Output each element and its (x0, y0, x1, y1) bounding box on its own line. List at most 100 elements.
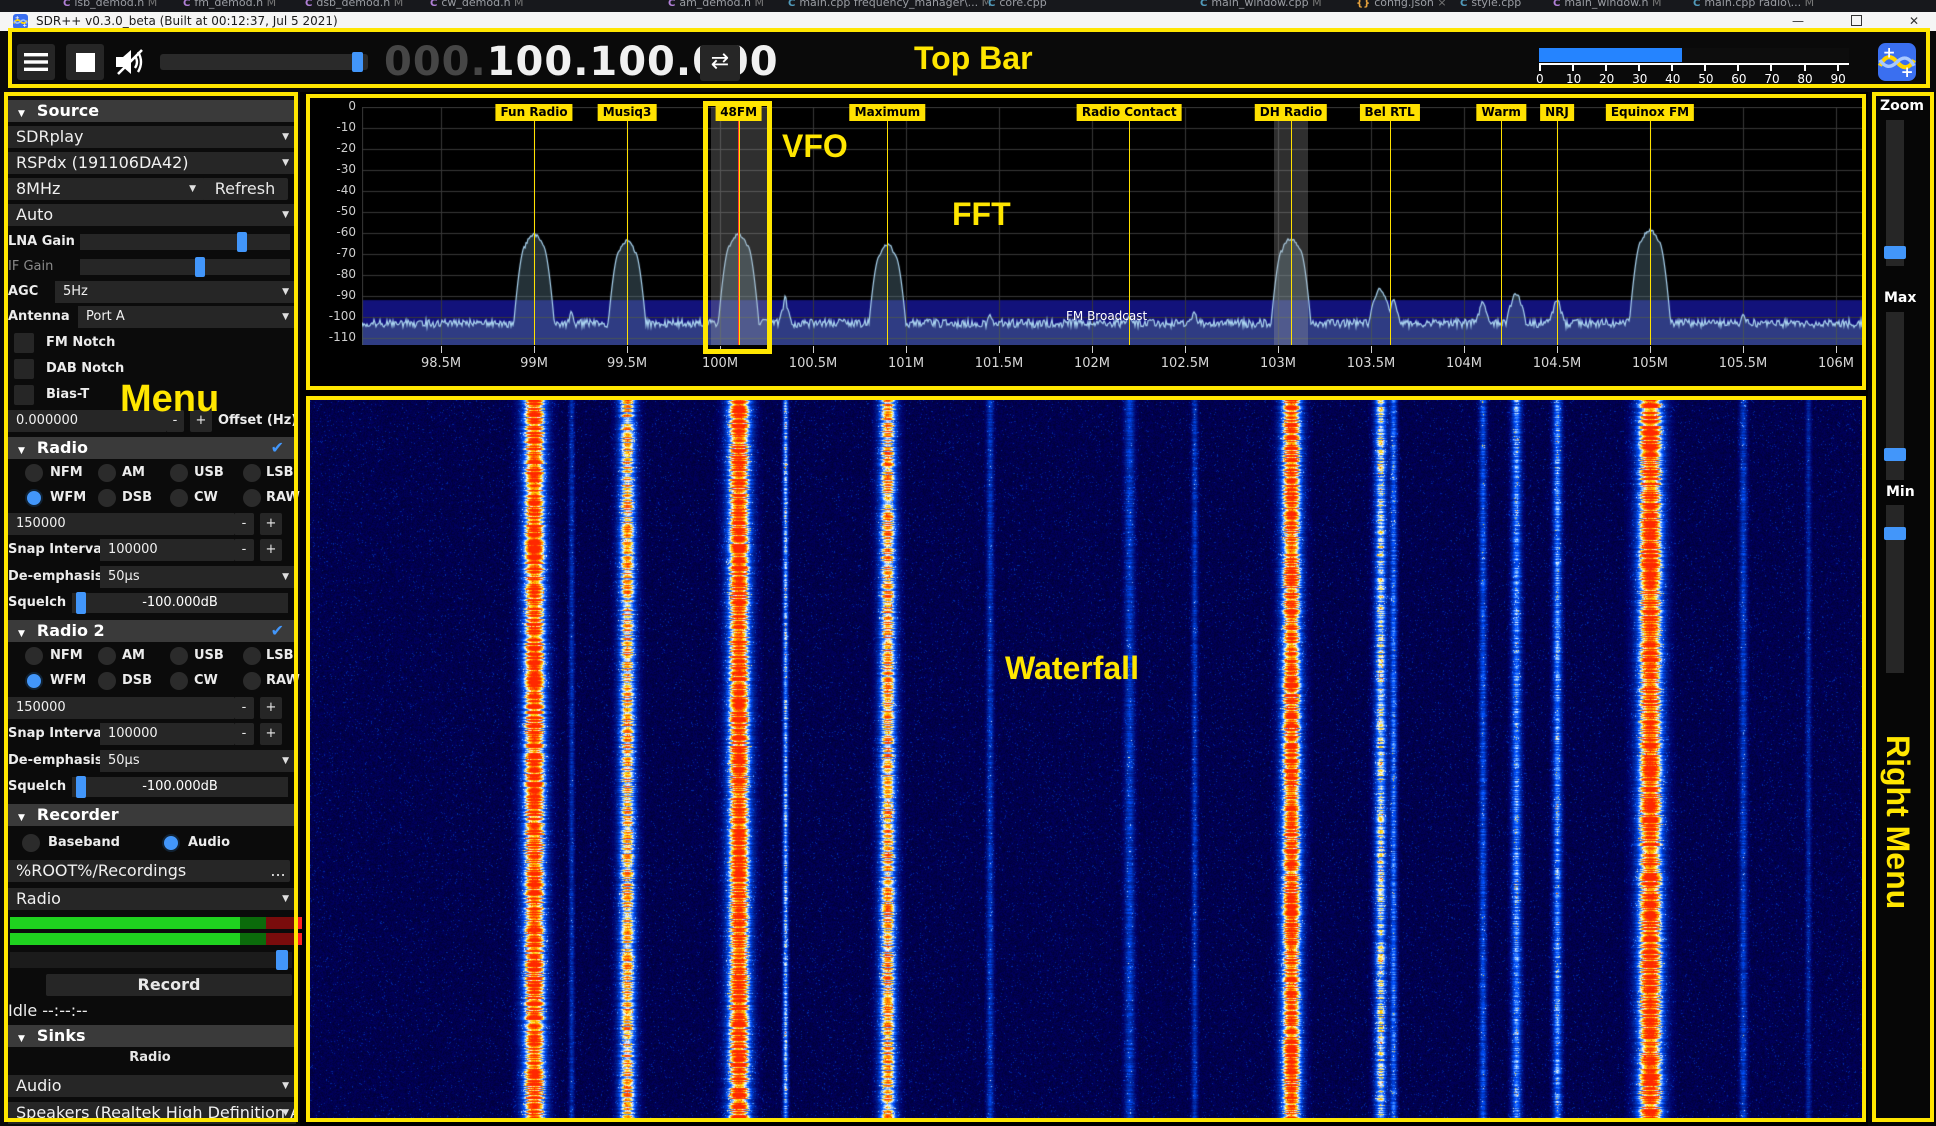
refresh-button[interactable]: Refresh (202, 178, 288, 200)
station-label[interactable]: DH Radio (1255, 104, 1327, 121)
tune-mode-swap-button[interactable]: ⇄ (700, 45, 740, 81)
bandwidth-plus-button[interactable]: + (260, 697, 282, 719)
squelch-slider[interactable]: -100.000dB (72, 777, 288, 797)
max-slider[interactable] (1886, 312, 1904, 480)
mode-radio-nfm[interactable] (25, 464, 43, 482)
mute-button[interactable] (112, 46, 148, 82)
source-driver-select[interactable]: SDRplay▼ (8, 126, 296, 148)
editor-tab[interactable]: {}config.json × (1356, 0, 1447, 12)
lna-gain-slider[interactable] (80, 234, 290, 250)
station-label[interactable]: Maximum (850, 104, 925, 121)
station-label[interactable]: Equinox FM (1606, 104, 1694, 121)
mode-radio-lsb[interactable] (243, 647, 261, 665)
snap-interval-input[interactable]: 100000 (100, 723, 234, 745)
snap-plus-button[interactable]: + (260, 723, 282, 745)
station-label[interactable]: Radio Contact (1077, 104, 1182, 121)
close-button[interactable]: ✕ (1891, 12, 1936, 31)
station-label[interactable]: Bel RTL (1360, 104, 1420, 121)
enabled-check-icon[interactable]: ✔ (271, 620, 284, 642)
bandwidth-input[interactable]: 150000 (8, 513, 234, 535)
min-slider-handle[interactable] (1884, 527, 1906, 540)
editor-tab[interactable]: Ccore.cpp (988, 0, 1047, 12)
snap-interval-input[interactable]: 100000 (100, 539, 234, 561)
squelch-handle[interactable] (76, 592, 86, 614)
radio1-section-header[interactable]: ▼Radio✔ (8, 437, 296, 459)
mode-radio-raw[interactable] (243, 489, 261, 507)
recorder-section-header[interactable]: ▼Recorder (8, 804, 296, 826)
sink-device-select[interactable]: Speakers (Realtek High Definition Audio)… (8, 1102, 296, 1124)
editor-tab[interactable]: Cam_demod.h M (668, 0, 764, 12)
min-slider[interactable] (1886, 505, 1904, 673)
mode-radio-wfm-selected[interactable] (25, 672, 43, 690)
recording-path-input[interactable]: %ROOT%/Recordings (8, 860, 268, 882)
editor-tab[interactable]: Clsb_demod.h M (63, 0, 157, 12)
editor-tab[interactable]: Ccw_demod.h M (430, 0, 524, 12)
audio-radio-selected[interactable] (162, 834, 180, 852)
snap-minus-button[interactable]: - (234, 539, 254, 561)
mode-radio-dsb[interactable] (98, 489, 116, 507)
mode-radio-cw[interactable] (170, 672, 188, 690)
maximize-button[interactable] (1833, 12, 1879, 31)
offset-input[interactable]: 0.000000 (8, 410, 166, 432)
mode-radio-dsb[interactable] (98, 672, 116, 690)
mode-radio-cw[interactable] (170, 489, 188, 507)
browse-button[interactable]: ... (266, 860, 290, 882)
deemphasis-select[interactable]: 50µs▼ (100, 566, 296, 588)
mode-radio-raw[interactable] (243, 672, 261, 690)
recorder-volume-slider[interactable] (10, 952, 292, 968)
mode-radio-wfm-selected[interactable] (25, 489, 43, 507)
editor-tab[interactable]: Cdsb_demod.h M (305, 0, 403, 12)
squelch-slider[interactable]: -100.000dB (72, 593, 288, 613)
recorder-stream-select[interactable]: Radio▼ (8, 888, 296, 910)
snap-plus-button[interactable]: + (260, 539, 282, 561)
bias-t-checkbox[interactable] (14, 385, 34, 405)
editor-tab[interactable]: Cmain.cpp frequency_manager\... M (788, 0, 991, 12)
source-section-header[interactable]: ▼Source (8, 100, 296, 122)
editor-tab[interactable]: Cstyle.cpp (1460, 0, 1521, 12)
bandwidth-input[interactable]: 150000 (8, 697, 234, 719)
editor-tab[interactable]: Cfm_demod.h M (183, 0, 276, 12)
max-slider-handle[interactable] (1884, 448, 1906, 461)
mode-radio-usb[interactable] (170, 464, 188, 482)
fm-notch-checkbox[interactable] (14, 333, 34, 353)
record-button[interactable]: Record (46, 974, 292, 996)
zoom-slider[interactable] (1886, 120, 1904, 266)
dab-notch-checkbox[interactable] (14, 359, 34, 379)
station-label[interactable]: 48FM (715, 104, 762, 121)
waterfall[interactable] (310, 400, 1862, 1118)
editor-tab[interactable]: Cmain_window.cpp M (1200, 0, 1322, 12)
snap-minus-button[interactable]: - (234, 723, 254, 745)
station-label[interactable]: Warm (1477, 104, 1526, 121)
offset-minus-button[interactable]: - (166, 410, 184, 432)
volume-slider-handle[interactable] (352, 52, 363, 72)
stop-button[interactable] (66, 44, 104, 80)
mode-radio-lsb[interactable] (243, 464, 261, 482)
lna-gain-handle[interactable] (237, 232, 247, 252)
recorder-volume-handle[interactable] (276, 950, 288, 970)
station-label[interactable]: Fun Radio (495, 104, 572, 121)
if-gain-handle[interactable] (195, 257, 205, 277)
deemphasis-select[interactable]: 50µs▼ (100, 750, 296, 772)
agc-select[interactable]: 5Hz▼ (55, 281, 296, 303)
gain-mode-select[interactable]: Auto▼ (8, 204, 296, 226)
station-label[interactable]: Musiq3 (598, 104, 657, 121)
baseband-radio[interactable] (22, 834, 40, 852)
editor-tab[interactable]: Cmain.cpp radio\... M (1693, 0, 1814, 12)
antenna-select[interactable]: Port A▼ (78, 306, 296, 328)
radio2-section-header[interactable]: ▼Radio 2✔ (8, 620, 296, 642)
zoom-slider-handle[interactable] (1884, 246, 1906, 259)
bandwidth-minus-button[interactable]: - (234, 697, 254, 719)
sink-type-select[interactable]: Audio▼ (8, 1075, 296, 1097)
minimize-button[interactable]: — (1775, 12, 1821, 31)
mode-radio-am[interactable] (98, 647, 116, 665)
volume-slider[interactable] (160, 54, 368, 70)
enabled-check-icon[interactable]: ✔ (271, 437, 284, 459)
mode-radio-am[interactable] (98, 464, 116, 482)
if-gain-slider[interactable] (80, 259, 290, 275)
bandwidth-minus-button[interactable]: - (234, 513, 254, 535)
mode-radio-nfm[interactable] (25, 647, 43, 665)
bandwidth-plus-button[interactable]: + (260, 513, 282, 535)
samplerate-select[interactable]: 8MHz▼ (8, 178, 203, 200)
squelch-handle[interactable] (76, 776, 86, 798)
station-label[interactable]: NRJ (1540, 104, 1574, 121)
